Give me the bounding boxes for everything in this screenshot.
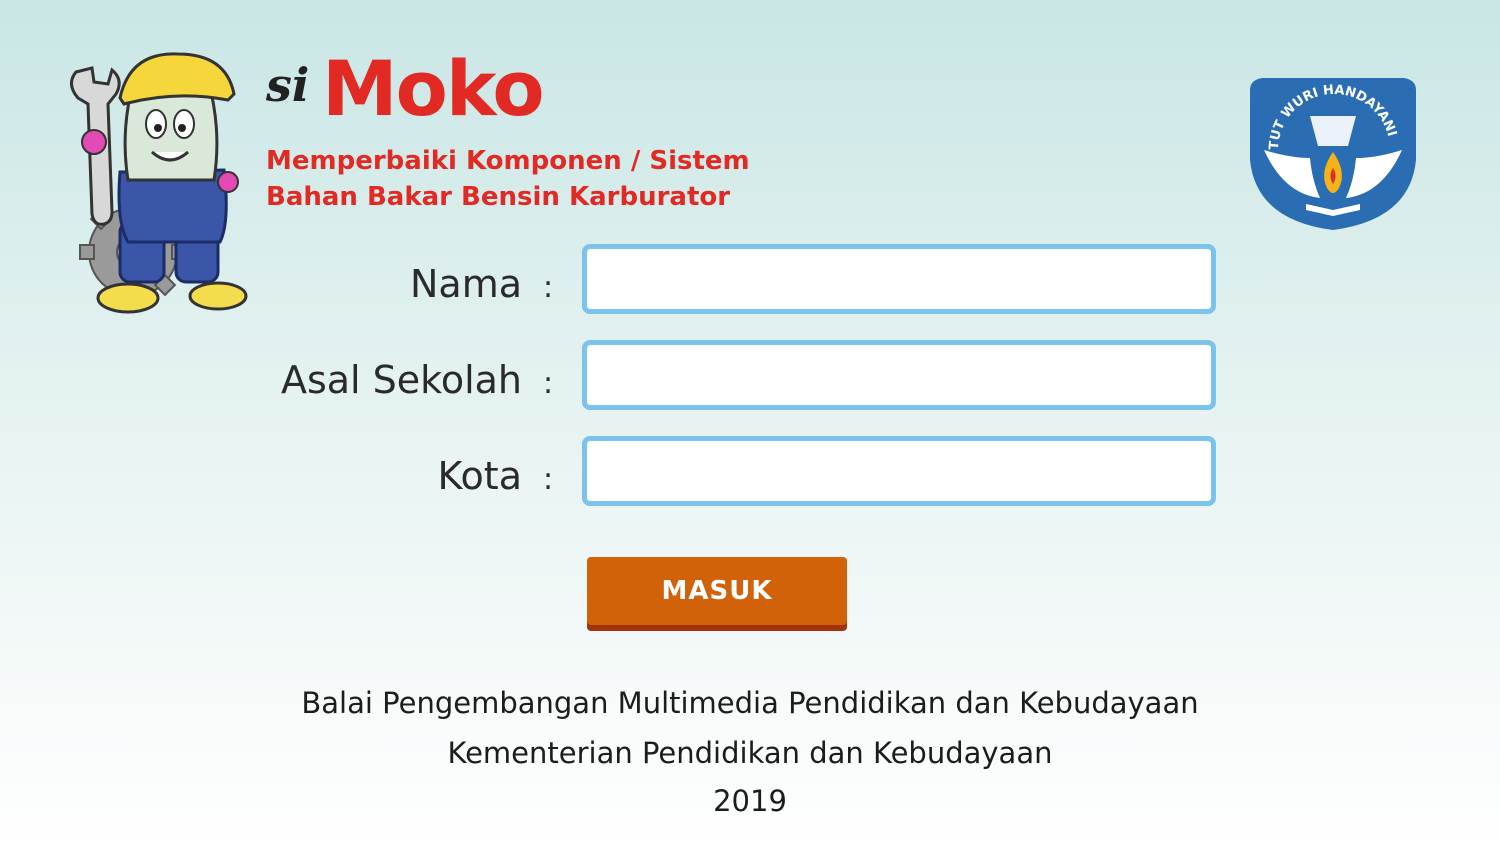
- tut-wuri-handayani-emblem: TUT WURI HANDAYANI: [1250, 78, 1416, 230]
- footer-institution: Balai Pengembangan Multimedia Pendidikan…: [301, 686, 1199, 720]
- subtitle-line-1: Memperbaiki Komponen / Sistem: [266, 146, 750, 176]
- nama-label: Nama: [409, 262, 522, 306]
- nama-input[interactable]: [582, 244, 1216, 314]
- logo-prefix: si: [266, 58, 310, 112]
- kota-colon: :: [543, 462, 554, 497]
- nama-colon: :: [543, 270, 554, 305]
- kota-input[interactable]: [582, 436, 1216, 506]
- mascot-illustration: [70, 52, 248, 314]
- footer-ministry: Kementerian Pendidikan dan Kebudayaan: [447, 736, 1053, 770]
- masuk-button[interactable]: MASUK: [587, 557, 847, 625]
- logo-title: Moko: [322, 44, 545, 133]
- kota-label: Kota: [437, 454, 522, 498]
- asal-sekolah-label: Asal Sekolah: [280, 358, 522, 402]
- footer-year: 2019: [713, 784, 787, 818]
- subtitle-line-2: Bahan Bakar Bensin Karburator: [266, 182, 731, 212]
- asal-sekolah-input[interactable]: [582, 340, 1216, 410]
- asal-sekolah-colon: :: [543, 366, 554, 401]
